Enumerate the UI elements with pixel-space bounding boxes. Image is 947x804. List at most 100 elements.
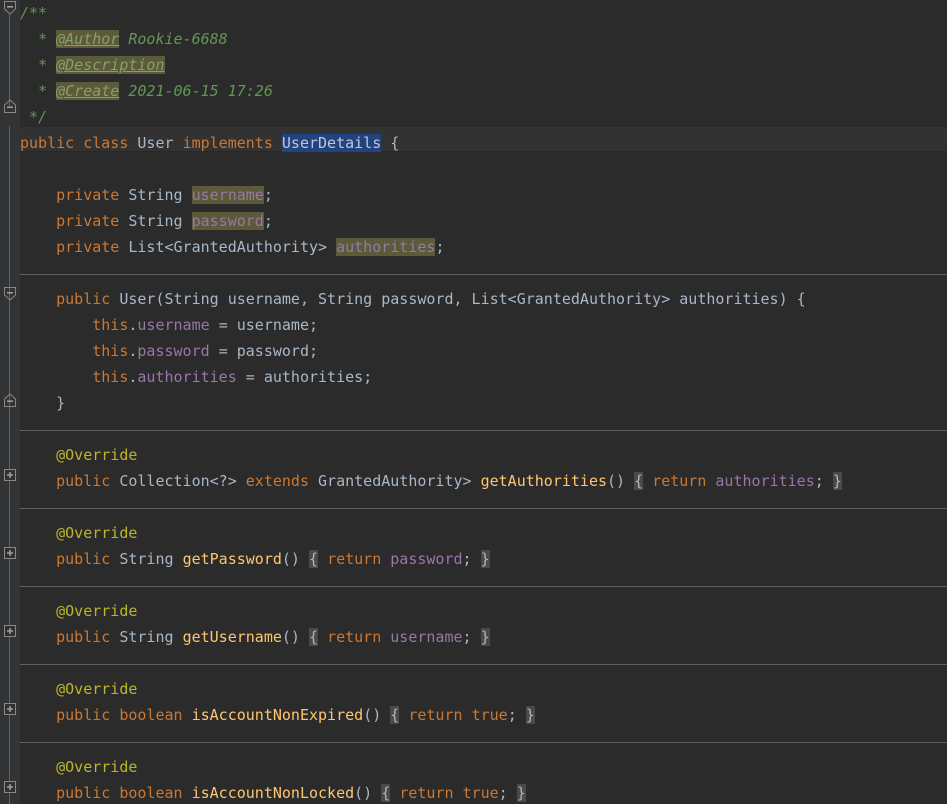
code-line[interactable]: * @Create 2021-06-15 17:26 <box>20 78 947 104</box>
method-name-is-account-non-expired[interactable]: isAccountNonExpired <box>192 706 364 724</box>
code-line-method-is-account-non-locked[interactable]: public boolean isAccountNonLocked() { re… <box>20 780 947 804</box>
parens: () <box>363 706 382 724</box>
folded-close-brace[interactable]: } <box>832 472 842 490</box>
code-line-annotation[interactable]: @Override <box>20 598 947 624</box>
field-name-username[interactable]: username <box>191 186 264 204</box>
code-line-blank[interactable] <box>20 650 947 676</box>
assigned-field-username[interactable]: username <box>137 316 209 334</box>
code-line-class-declaration[interactable]: public class User implements UserDetails… <box>20 130 947 156</box>
param-authorities[interactable]: authorities <box>264 368 363 386</box>
keyword-private: private <box>56 186 120 204</box>
folded-open-brace[interactable]: { <box>390 706 400 724</box>
code-line-annotation[interactable]: @Override <box>20 520 947 546</box>
code-line-annotation[interactable]: @Override <box>20 442 947 468</box>
editor-gutter[interactable] <box>0 0 20 804</box>
fold-end-icon-javadoc[interactable] <box>2 98 18 114</box>
keyword-public: public <box>56 472 111 490</box>
folded-close-brace[interactable]: } <box>516 784 526 802</box>
fold-collapse-icon-constructor[interactable] <box>2 286 18 302</box>
keyword-implements: implements <box>182 134 273 152</box>
code-line-annotation[interactable]: @Override <box>20 754 947 780</box>
code-line-blank[interactable] <box>20 416 947 442</box>
returned-value-authorities[interactable]: authorities <box>715 472 814 490</box>
annotation-override[interactable]: @Override <box>56 446 137 464</box>
assigned-field-password[interactable]: password <box>137 342 209 360</box>
code-line[interactable]: */ <box>20 104 947 130</box>
field-name-authorities[interactable]: authorities <box>336 238 436 256</box>
keyword-extends: extends <box>245 472 309 490</box>
class-name: User <box>137 134 174 152</box>
code-line-field[interactable]: private List<GrantedAuthority> authoriti… <box>20 234 947 260</box>
semicolon: ; <box>507 706 517 724</box>
field-name-password[interactable]: password <box>191 212 264 230</box>
folded-open-brace[interactable]: { <box>309 628 319 646</box>
code-line-blank[interactable] <box>20 572 947 598</box>
code-line[interactable]: * @Author Rookie-6688 <box>20 26 947 52</box>
code-line-method-get-password[interactable]: public String getPassword() { return pas… <box>20 546 947 572</box>
folded-close-brace[interactable]: } <box>480 550 490 568</box>
param-password[interactable]: password <box>237 342 309 360</box>
annotation-override[interactable]: @Override <box>56 758 137 776</box>
code-line-blank[interactable] <box>20 494 947 520</box>
method-name-get-authorities[interactable]: getAuthorities <box>481 472 607 490</box>
method-name-get-password[interactable]: getPassword <box>183 550 282 568</box>
return-type: String <box>119 628 174 646</box>
fold-expand-icon-get-password[interactable] <box>2 545 18 561</box>
annotation-override[interactable]: @Override <box>56 680 137 698</box>
selected-interface-name[interactable]: UserDetails <box>281 134 382 152</box>
code-line-blank[interactable] <box>20 728 947 754</box>
code-line-field[interactable]: private String username; <box>20 182 947 208</box>
literal-true: true <box>471 706 508 724</box>
parens: () <box>354 784 373 802</box>
keyword-public: public <box>56 628 111 646</box>
code-line-annotation[interactable]: @Override <box>20 676 947 702</box>
javadoc-tag-create: @Create <box>56 82 120 100</box>
close-brace: } <box>56 394 66 412</box>
method-name-is-account-non-locked[interactable]: isAccountNonLocked <box>192 784 355 802</box>
code-line-method-get-username[interactable]: public String getUsername() { return use… <box>20 624 947 650</box>
fold-expand-icon-get-authorities[interactable] <box>2 467 18 483</box>
fold-expand-icon-get-username[interactable] <box>2 623 18 639</box>
code-line-assignment[interactable]: this.username = username; <box>20 312 947 338</box>
folded-close-brace[interactable]: } <box>525 706 535 724</box>
code-line-blank[interactable] <box>20 260 947 286</box>
code-line-blank[interactable] <box>20 156 947 182</box>
param-username[interactable]: username <box>237 316 309 334</box>
code-line-constructor-signature[interactable]: public User(String username, String pass… <box>20 286 947 312</box>
javadoc-star: * <box>38 56 48 74</box>
returned-value-username[interactable]: username <box>390 628 462 646</box>
keyword-return: return <box>408 706 463 724</box>
collection-type: Collection<?> <box>119 472 237 490</box>
equals: = <box>218 316 228 334</box>
keyword-this: this <box>92 316 129 334</box>
returned-value-password[interactable]: password <box>390 550 462 568</box>
fold-expand-icon-is-account-non-locked[interactable] <box>2 779 18 795</box>
method-name-get-username[interactable]: getUsername <box>183 628 282 646</box>
code-line-method-get-authorities[interactable]: public Collection<?> extends GrantedAuth… <box>20 468 947 494</box>
semicolon: ; <box>462 550 472 568</box>
folded-open-brace[interactable]: { <box>309 550 319 568</box>
code-line[interactable]: * @Description <box>20 52 947 78</box>
annotation-override[interactable]: @Override <box>56 524 137 542</box>
code-line-close-brace[interactable]: } <box>20 390 947 416</box>
fold-collapse-icon-javadoc[interactable] <box>2 0 18 16</box>
fold-expand-icon-is-account-non-expired[interactable] <box>2 701 18 717</box>
code-line-method-is-account-non-expired[interactable]: public boolean isAccountNonExpired() { r… <box>20 702 947 728</box>
code-line-assignment[interactable]: this.authorities = authorities; <box>20 364 947 390</box>
semicolon: ; <box>309 342 319 360</box>
code-line[interactable]: /** <box>20 0 947 26</box>
keyword-return: return <box>399 784 454 802</box>
annotation-override[interactable]: @Override <box>56 602 137 620</box>
semicolon: ; <box>263 212 273 230</box>
folded-open-brace[interactable]: { <box>381 784 391 802</box>
return-type: String <box>119 550 174 568</box>
code-content[interactable]: /** * @Author Rookie-6688 * @Description… <box>20 0 947 804</box>
semicolon: ; <box>309 316 319 334</box>
folded-close-brace[interactable]: } <box>480 628 490 646</box>
code-editor[interactable]: /** * @Author Rookie-6688 * @Description… <box>0 0 947 804</box>
assigned-field-authorities[interactable]: authorities <box>137 368 236 386</box>
folded-open-brace[interactable]: { <box>634 472 644 490</box>
fold-end-icon-constructor[interactable] <box>2 392 18 408</box>
code-line-field[interactable]: private String password; <box>20 208 947 234</box>
code-line-assignment[interactable]: this.password = password; <box>20 338 947 364</box>
